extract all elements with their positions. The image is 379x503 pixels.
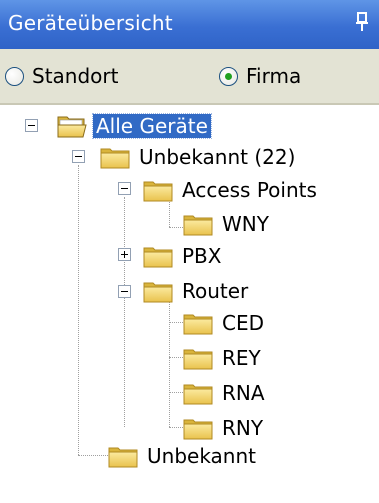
folder-icon bbox=[183, 346, 213, 370]
radio-firma[interactable]: Firma bbox=[219, 63, 301, 89]
tree-connector bbox=[169, 392, 183, 393]
tree-node-label: REY bbox=[222, 346, 261, 370]
tree-connector bbox=[78, 455, 108, 456]
radio-button-icon[interactable] bbox=[5, 66, 24, 86]
radio-standort[interactable]: Standort bbox=[5, 63, 118, 89]
tree-node-label: CED bbox=[222, 311, 265, 335]
tree-connector bbox=[169, 302, 170, 427]
tree-node-pbx[interactable]: PBX bbox=[143, 243, 224, 269]
tree-node-rny[interactable]: RNY bbox=[183, 415, 266, 441]
radio-button-checked-icon[interactable] bbox=[219, 66, 238, 86]
tree-node-label: Router bbox=[182, 279, 249, 303]
open-folder-icon bbox=[57, 114, 87, 138]
folder-icon bbox=[143, 244, 173, 268]
tree-connector bbox=[169, 357, 183, 358]
tree-connector bbox=[169, 227, 183, 228]
tree-node-label: Unbekannt bbox=[147, 444, 256, 468]
folder-icon bbox=[108, 444, 138, 468]
tree-connector bbox=[169, 322, 183, 323]
collapse-toggle-icon[interactable] bbox=[72, 150, 85, 163]
folder-icon bbox=[183, 381, 213, 405]
panel-title: Geräteübersicht bbox=[8, 11, 173, 35]
tree-node-label: Unbekannt (22) bbox=[139, 145, 296, 169]
grouping-radio-bar: Standort Firma bbox=[0, 49, 379, 105]
expand-toggle-icon[interactable] bbox=[118, 248, 131, 261]
tree-node-all-devices[interactable]: Alle Geräte bbox=[57, 113, 212, 139]
radio-label: Firma bbox=[246, 64, 302, 88]
folder-icon bbox=[143, 279, 173, 303]
pin-icon[interactable] bbox=[355, 12, 369, 32]
tree-connector bbox=[169, 427, 183, 428]
collapse-toggle-icon[interactable] bbox=[25, 119, 38, 132]
tree-connector bbox=[78, 165, 79, 455]
folder-icon bbox=[183, 416, 213, 440]
device-tree: Alle Geräte Unbekannt (22) Access Points… bbox=[0, 105, 379, 503]
tree-node-label: WNY bbox=[222, 212, 269, 236]
tree-node-label: Access Points bbox=[182, 178, 317, 202]
tree-node-wny[interactable]: WNY bbox=[183, 211, 272, 237]
tree-node-unknown-group[interactable]: Unbekannt (22) bbox=[100, 144, 298, 170]
collapse-toggle-icon[interactable] bbox=[118, 182, 131, 195]
collapse-toggle-icon[interactable] bbox=[118, 285, 131, 298]
tree-node-label: Alle Geräte bbox=[92, 113, 212, 139]
tree-node-router[interactable]: Router bbox=[143, 278, 251, 304]
folder-icon bbox=[100, 145, 130, 169]
folder-icon bbox=[143, 178, 173, 202]
tree-node-rey[interactable]: REY bbox=[183, 345, 264, 371]
tree-node-unknown[interactable]: Unbekannt bbox=[108, 443, 259, 469]
tree-node-rna[interactable]: RNA bbox=[183, 380, 268, 406]
tree-node-label: RNY bbox=[222, 416, 264, 440]
tree-node-label: PBX bbox=[182, 244, 222, 268]
folder-icon bbox=[183, 311, 213, 335]
panel-titlebar: Geräteübersicht bbox=[0, 0, 379, 49]
device-overview-panel: Geräteübersicht Standort Firma Alle Gerä… bbox=[0, 0, 379, 503]
tree-node-label: RNA bbox=[222, 381, 265, 405]
radio-label: Standort bbox=[32, 64, 119, 88]
tree-node-access-points[interactable]: Access Points bbox=[143, 177, 320, 203]
tree-connector bbox=[124, 197, 125, 427]
tree-node-ced[interactable]: CED bbox=[183, 310, 267, 336]
folder-icon bbox=[183, 212, 213, 236]
